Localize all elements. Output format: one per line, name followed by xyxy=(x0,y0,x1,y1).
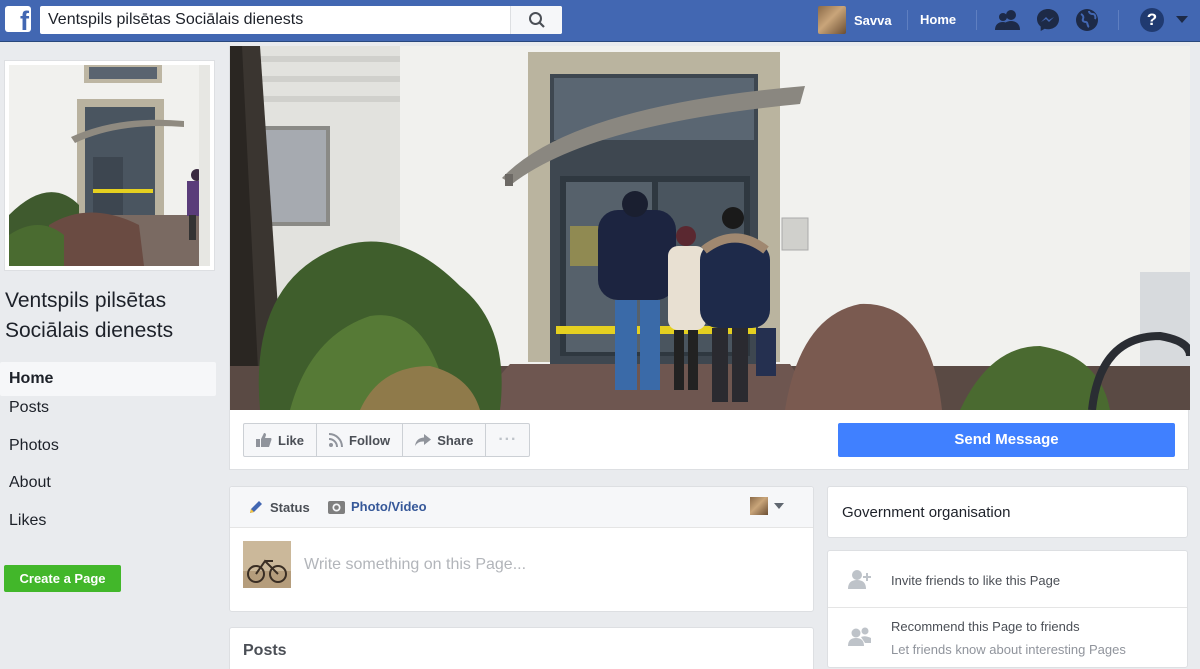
post-as-selector[interactable] xyxy=(750,497,784,515)
facebook-logo-letter: f xyxy=(20,6,29,32)
divider xyxy=(1118,10,1119,30)
search-box xyxy=(40,6,562,34)
create-page-button[interactable]: Create a Page xyxy=(4,565,121,592)
avatar xyxy=(243,541,291,588)
nav-item-home[interactable]: Home xyxy=(0,362,216,396)
posts-section: Posts xyxy=(229,627,814,669)
home-link[interactable]: Home xyxy=(920,12,956,27)
facebook-logo[interactable]: f xyxy=(5,6,31,32)
messenger-icon[interactable] xyxy=(1035,8,1061,32)
rss-follow-icon xyxy=(329,433,344,447)
caret-down-icon[interactable] xyxy=(1176,16,1188,23)
post-composer: Status Photo/Video xyxy=(229,486,814,612)
follow-button[interactable]: Follow xyxy=(317,424,404,456)
cover-card: Like Follow Share ··· Send Message xyxy=(229,46,1190,470)
bicycle-avatar-image xyxy=(243,541,291,588)
posts-title: Posts xyxy=(243,642,287,659)
camera-icon xyxy=(328,501,345,514)
divider xyxy=(976,10,977,30)
page-title: Ventspils pilsētas Sociālais dienests xyxy=(5,289,174,342)
page-category[interactable]: Government organisation xyxy=(842,504,1010,521)
share-button[interactable]: Share xyxy=(403,424,487,456)
follow-label: Follow xyxy=(349,432,391,448)
nav-item-posts[interactable]: Posts xyxy=(0,399,216,437)
recommend-page-subtitle: Let friends know about interesting Pages xyxy=(891,642,1126,657)
page-action-buttons: Like Follow Share ··· xyxy=(243,423,531,457)
nav-item-likes[interactable]: Likes xyxy=(0,512,216,550)
recommend-page-row[interactable]: Recommend this Page to friends Let frien… xyxy=(828,608,1187,668)
like-button[interactable]: Like xyxy=(244,424,318,456)
tab-status[interactable]: Status xyxy=(248,499,310,515)
send-message-button[interactable]: Send Message xyxy=(838,423,1175,457)
nav-item-about[interactable]: About xyxy=(0,474,216,512)
add-friend-icon xyxy=(848,570,871,589)
invite-friends-label: Invite friends to like this Page xyxy=(891,573,1061,588)
nav-item-photos[interactable]: Photos xyxy=(0,437,216,475)
avatar xyxy=(750,497,768,515)
composer-input[interactable] xyxy=(304,555,784,574)
composer-tabs: Status Photo/Video xyxy=(230,487,813,528)
profile-photo xyxy=(9,65,210,266)
category-card: Government organisation xyxy=(827,486,1188,538)
cover-photo[interactable] xyxy=(230,46,1190,410)
recommend-page-label: Recommend this Page to friends xyxy=(891,619,1080,634)
top-navigation-bar: f Savva Home ? xyxy=(0,0,1200,42)
recommend-friends-icon xyxy=(848,627,871,646)
more-dots-icon: ··· xyxy=(498,431,518,448)
tab-photo-video[interactable]: Photo/Video xyxy=(328,499,427,514)
chevron-down-icon xyxy=(774,503,784,509)
notifications-globe-icon[interactable] xyxy=(1074,8,1100,32)
status-label: Status xyxy=(270,499,310,515)
share-arrow-icon xyxy=(415,434,432,446)
profile-name: Savva xyxy=(854,12,892,28)
profile-link[interactable]: Savva xyxy=(818,6,892,34)
search-icon xyxy=(529,12,545,28)
page-profile-picture[interactable] xyxy=(4,60,215,271)
invite-card: Invite friends to like this Page Recomme… xyxy=(827,550,1188,668)
avatar xyxy=(818,6,846,34)
search-button[interactable] xyxy=(510,6,562,34)
like-label: Like xyxy=(278,432,305,448)
left-navigation: Home Posts Photos About Likes xyxy=(0,362,216,549)
divider xyxy=(907,10,908,30)
friend-requests-icon[interactable] xyxy=(995,8,1021,32)
pencil-icon xyxy=(250,501,262,513)
share-label: Share xyxy=(437,432,474,448)
photo-video-label: Photo/Video xyxy=(351,499,427,514)
more-options-button[interactable]: ··· xyxy=(486,424,529,456)
building-photo-thumbnail xyxy=(9,65,210,266)
help-icon[interactable]: ? xyxy=(1140,8,1164,32)
invite-friends-row[interactable]: Invite friends to like this Page xyxy=(828,551,1187,608)
composer-body xyxy=(243,541,784,588)
thumbs-up-icon xyxy=(256,433,272,447)
cover-photo-image xyxy=(230,46,1190,410)
search-input[interactable] xyxy=(40,6,510,34)
